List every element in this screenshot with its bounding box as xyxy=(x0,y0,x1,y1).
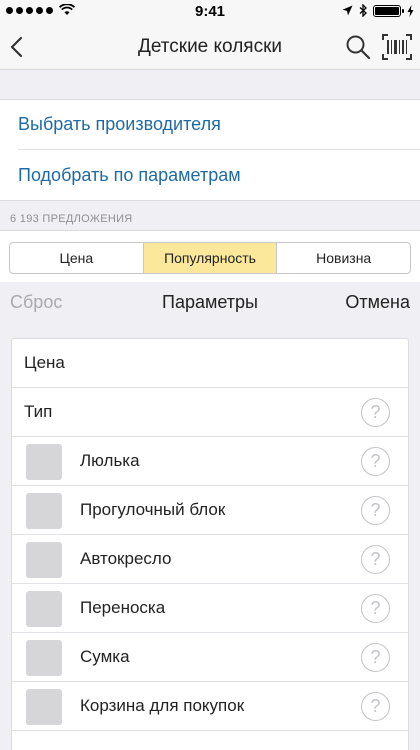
option-checkbox[interactable] xyxy=(26,689,62,725)
help-icon[interactable]: ? xyxy=(361,594,390,623)
option-row[interactable]: Прогулочный блок ? xyxy=(12,486,408,535)
barcode-icon xyxy=(382,34,412,60)
option-row[interactable]: Переноска ? xyxy=(12,584,408,633)
sort-tab-popularity[interactable]: Популярность xyxy=(142,243,277,273)
search-button[interactable] xyxy=(344,33,372,61)
option-checkbox[interactable] xyxy=(26,640,62,676)
option-row[interactable]: Сумка ? xyxy=(12,633,408,682)
location-arrow-icon xyxy=(342,5,353,16)
param-row-type: Тип ? xyxy=(12,388,408,437)
option-checkbox[interactable] xyxy=(26,493,62,529)
search-icon xyxy=(346,35,371,60)
option-checkbox[interactable] xyxy=(26,542,62,578)
param-label-type: Тип xyxy=(24,402,53,421)
sort-tab-newness[interactable]: Новизна xyxy=(276,243,410,273)
status-icons xyxy=(342,4,414,17)
params-header: Сброс Параметры Отмена xyxy=(0,282,420,324)
offers-count: 6 193 ПРЕДЛОЖЕНИЯ xyxy=(10,213,133,225)
option-label: Прогулочный блок xyxy=(80,500,226,519)
help-icon[interactable]: ? xyxy=(361,643,390,672)
option-row[interactable]: Люлька ? xyxy=(12,437,408,486)
cancel-button[interactable]: Отмена xyxy=(345,292,410,313)
help-icon[interactable]: ? xyxy=(361,545,390,574)
help-icon[interactable]: ? xyxy=(361,447,390,476)
sort-segmented-control: Цена Популярность Новизна xyxy=(9,242,411,274)
option-label: Переноска xyxy=(80,598,166,617)
charging-bolt-icon xyxy=(407,4,414,17)
nav-bar: Детские коляски xyxy=(0,24,420,70)
param-label-price: Цена xyxy=(24,353,65,372)
sort-bar: Цена Популярность Новизна xyxy=(0,230,420,282)
bluetooth-icon xyxy=(359,4,367,17)
params-list: Цена Тип ? Люлька ? Прогулочный блок ? А… xyxy=(11,338,409,750)
help-icon[interactable]: ? xyxy=(361,398,390,427)
help-icon[interactable]: ? xyxy=(361,496,390,525)
filter-links-card: Выбрать производителя Подобрать по парам… xyxy=(0,99,420,201)
choose-manufacturer-link[interactable]: Выбрать производителя xyxy=(18,100,420,150)
option-row[interactable]: Автокресло ? xyxy=(12,535,408,584)
barcode-scan-button[interactable] xyxy=(382,33,412,61)
param-row-price[interactable]: Цена xyxy=(12,339,408,388)
option-row[interactable]: Корзина для покупок ? xyxy=(12,682,408,731)
help-icon[interactable]: ? xyxy=(361,692,390,721)
option-label: Корзина для покупок xyxy=(80,696,245,715)
option-label: Сумка xyxy=(80,647,130,666)
option-label: Автокресло xyxy=(80,549,172,568)
option-label: Люлька xyxy=(80,451,140,470)
option-checkbox[interactable] xyxy=(26,591,62,627)
option-checkbox[interactable] xyxy=(26,444,62,480)
sort-tab-price[interactable]: Цена xyxy=(10,243,143,273)
status-bar: 9:41 xyxy=(0,0,420,24)
filter-by-parameters-link[interactable]: Подобрать по параметрам xyxy=(18,150,420,200)
battery-icon xyxy=(373,4,404,17)
